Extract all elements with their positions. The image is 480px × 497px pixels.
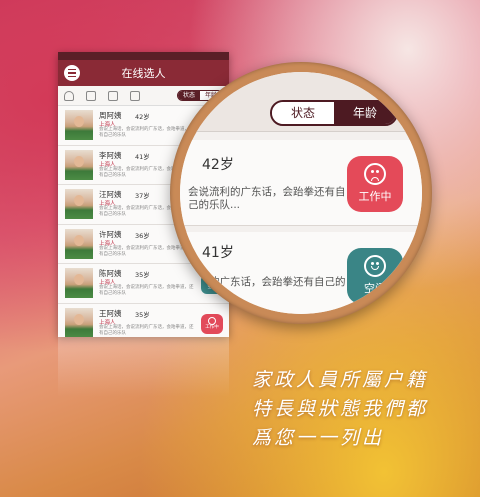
phone-reflection [58,337,229,397]
magnified-desc: 会说流利的广东话，会跆拳还有自己的乐队... [188,186,346,211]
magnified-tab-status[interactable]: 状态 [272,102,334,124]
worker-age: 42岁 [135,113,150,121]
magnified-status-label: 工作中 [358,190,392,203]
magnifier-lens: 状态 年龄 42岁 会说流利的广东话，会跆拳还有自己的乐队... 工作中 41岁… [180,72,422,314]
worker-desc: 会说上海话，会说流利的广东话，会跆拳道，还有自己的乐队 [99,324,194,336]
magnified-row[interactable]: 42岁 会说流利的广东话，会跆拳还有自己的乐队... 工作中 [180,140,422,226]
magnified-row[interactable]: 41岁 流利的广东话，会跆拳还有自己的乐队。 空闲 [180,232,422,314]
worker-age: 35岁 [135,310,150,319]
person-icon[interactable] [64,90,74,101]
app-title: 在线选人 [121,67,166,80]
avatar [65,110,93,140]
avatar [65,189,93,219]
magnified-tab-age[interactable]: 年龄 [334,102,396,124]
menu-icon[interactable] [64,65,80,81]
worker-age: 41岁 [135,152,150,161]
caption-line-3: 爲您一一列出 [252,427,385,449]
promo-caption: 家政人員所屬户籍 特長與狀態我們都 爲您一一列出 [252,366,472,453]
avatar [65,149,93,180]
worker-age: 35岁 [135,271,150,279]
magnified-toggle[interactable]: 状态 年龄 [270,100,398,126]
book-icon[interactable] [86,90,96,101]
magnified-status-badge: 工作中 [347,156,403,212]
magnified-status-badge: 空闲 [347,248,403,304]
sad-face-icon [208,316,216,325]
edit-icon[interactable] [108,90,118,101]
status-bar [58,52,229,60]
sad-face-icon [364,163,386,185]
magnified-filter-bar: 状态 年龄 [180,72,422,132]
worker-age: 36岁 [135,231,150,240]
magnified-status-label: 空闲 [364,282,386,295]
avatar [65,268,93,298]
magnified-age: 42岁 [202,157,234,173]
status-badge: 工作中 [201,313,223,334]
phone-icon[interactable] [130,90,140,101]
magnified-desc: 流利的广东话，会跆拳还有自己的乐队。 [188,276,346,301]
caption-line-1: 家政人員所屬户籍 [252,369,429,391]
magnified-age: 41岁 [202,245,234,261]
caption-line-2: 特長與狀態我們都 [252,398,429,420]
smile-icon [364,255,386,277]
worker-age: 37岁 [135,192,150,200]
avatar [65,307,93,337]
avatar [65,228,93,259]
